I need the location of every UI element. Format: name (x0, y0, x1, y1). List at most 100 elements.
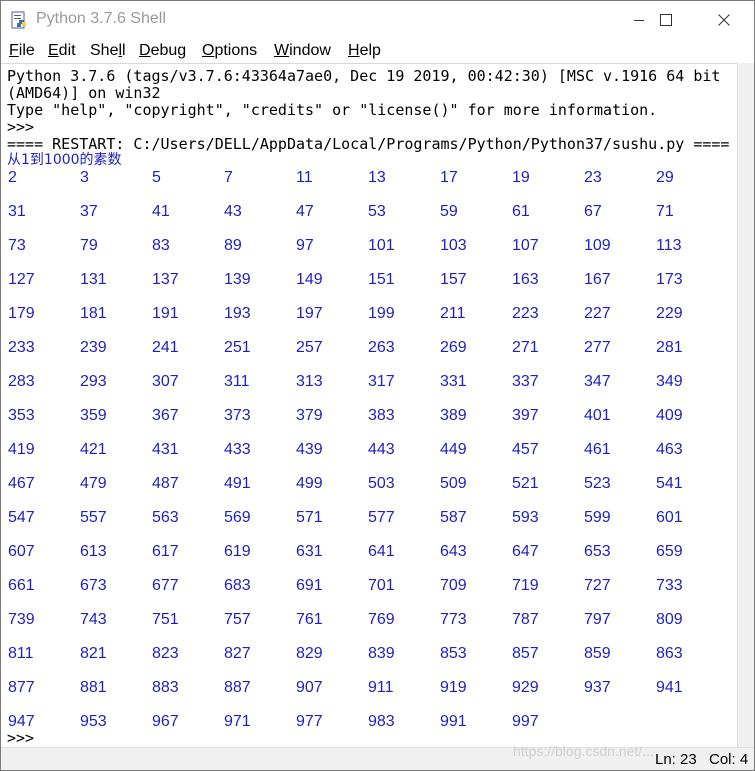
prime-number: 29 (656, 169, 674, 186)
prime-number: 223 (512, 305, 539, 322)
menu-shell[interactable]: Shell (90, 42, 126, 60)
prime-number: 677 (152, 577, 179, 594)
prime-number: 727 (584, 577, 611, 594)
prime-number: 997 (512, 713, 539, 730)
menu-debug[interactable]: Debug (139, 42, 186, 60)
prime-number: 811 (8, 645, 34, 662)
prime-number: 191 (152, 305, 179, 322)
prime-number: 139 (224, 271, 251, 288)
prime-number: 383 (368, 407, 395, 424)
prime-number: 569 (224, 509, 251, 526)
prime-number: 2 (8, 169, 17, 186)
prime-number: 467 (8, 475, 35, 492)
watermark: https://blog.csdn.net/... (513, 743, 654, 759)
close-button[interactable] (701, 1, 747, 39)
prime-number: 257 (296, 339, 323, 356)
prime-number: 331 (440, 373, 467, 390)
prime-number: 67 (584, 203, 602, 220)
prime-number: 797 (584, 611, 611, 628)
prime-number: 977 (296, 713, 323, 730)
menu-help[interactable]: Help (348, 42, 381, 60)
prime-number: 179 (8, 305, 35, 322)
prompt-current[interactable]: >>> (7, 730, 34, 747)
prime-number: 127 (8, 271, 35, 288)
prompt: >>> (7, 118, 35, 136)
prime-number: 571 (296, 509, 323, 526)
prime-number: 31 (8, 203, 26, 220)
shell-output[interactable]: Python 3.7.6 (tags/v3.7.6:43364a7ae0, De… (1, 63, 737, 748)
maximize-icon (660, 14, 672, 26)
prime-number: 263 (368, 339, 395, 356)
prime-number: 701 (368, 577, 395, 594)
prime-number: 193 (224, 305, 251, 322)
prime-number: 991 (440, 713, 467, 730)
menu-edit[interactable]: Edit (48, 42, 76, 60)
prime-number: 919 (440, 679, 467, 696)
prime-number: 251 (224, 339, 251, 356)
menu-window[interactable]: Window (274, 42, 331, 60)
prime-number: 113 (656, 237, 682, 254)
prime-number: 859 (584, 645, 611, 662)
prime-number: 857 (512, 645, 539, 662)
prime-number: 241 (152, 339, 179, 356)
prime-number: 479 (80, 475, 107, 492)
prime-number: 823 (152, 645, 179, 662)
prime-number: 733 (656, 577, 683, 594)
prime-number: 401 (584, 407, 611, 424)
prime-number: 89 (224, 237, 242, 254)
prime-number: 73 (8, 237, 26, 254)
prime-number: 433 (224, 441, 251, 458)
prime-number: 709 (440, 577, 467, 594)
prime-number: 61 (512, 203, 530, 220)
prime-number: 109 (584, 237, 611, 254)
menu-options[interactable]: Options (202, 42, 257, 60)
prime-number: 43 (224, 203, 242, 220)
maximize-button[interactable] (643, 1, 689, 39)
prime-number: 101 (368, 237, 395, 254)
prime-number: 421 (80, 441, 107, 458)
prime-number: 163 (512, 271, 539, 288)
prime-number: 199 (368, 305, 395, 322)
prime-number: 619 (224, 543, 251, 560)
prime-number: 967 (152, 713, 179, 730)
prime-number: 409 (656, 407, 683, 424)
banner-line-1: Python 3.7.6 (tags/v3.7.6:43364a7ae0, De… (7, 67, 721, 85)
prime-number: 773 (440, 611, 467, 628)
prime-number: 641 (368, 543, 395, 560)
prime-number: 227 (584, 305, 611, 322)
prime-number: 739 (8, 611, 35, 628)
prime-number: 239 (80, 339, 107, 356)
prime-number: 953 (80, 713, 107, 730)
prime-number: 149 (296, 271, 323, 288)
prime-number: 787 (512, 611, 539, 628)
prime-number: 587 (440, 509, 467, 526)
prime-number: 523 (584, 475, 611, 492)
prime-number: 103 (440, 237, 467, 254)
prime-number: 881 (80, 679, 107, 696)
prime-number: 647 (512, 543, 539, 560)
prime-number: 673 (80, 577, 107, 594)
prime-number: 683 (224, 577, 251, 594)
prime-number: 277 (584, 339, 611, 356)
prime-number: 911 (368, 679, 394, 696)
prime-number: 809 (656, 611, 683, 628)
prime-number: 577 (368, 509, 395, 526)
prime-number: 751 (152, 611, 179, 628)
prime-number: 887 (224, 679, 251, 696)
prime-number: 347 (584, 373, 611, 390)
prime-number: 23 (584, 169, 602, 186)
prime-number: 79 (80, 237, 98, 254)
prime-number: 659 (656, 543, 683, 560)
prime-number: 283 (8, 373, 35, 390)
prime-number: 601 (656, 509, 683, 526)
prime-number: 643 (440, 543, 467, 560)
prime-number: 769 (368, 611, 395, 628)
title-bar[interactable]: Python 3.7.6 Shell (1, 1, 754, 39)
prime-number: 397 (512, 407, 539, 424)
menu-file[interactable]: File (9, 42, 35, 60)
prime-number: 313 (296, 373, 323, 390)
prime-number: 317 (368, 373, 395, 390)
prime-number: 509 (440, 475, 467, 492)
vertical-scrollbar[interactable] (737, 63, 754, 747)
prime-number: 863 (656, 645, 683, 662)
